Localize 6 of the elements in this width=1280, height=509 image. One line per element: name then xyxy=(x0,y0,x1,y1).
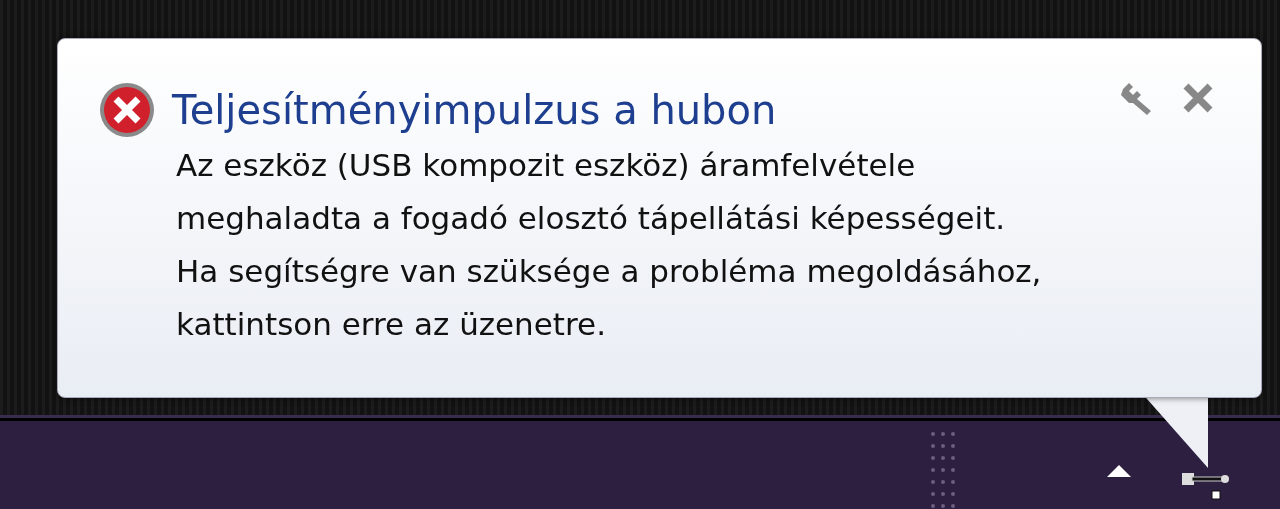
notification-balloon[interactable] xyxy=(57,38,1262,398)
show-hidden-icons-button[interactable] xyxy=(1105,463,1133,479)
close-icon[interactable] xyxy=(1181,81,1215,115)
notification-title: Teljesítményimpulzus a hubon xyxy=(172,86,777,134)
error-icon xyxy=(98,81,156,139)
notification-message: Az eszköz (USB kompozit eszköz) áramfelvétele meghaladta a fogadó elosztó tápellátási képességeit. Ha segítségre van szüksége a probléma megoldásához, kattintson erre az üzenetre. xyxy=(176,146,1042,344)
